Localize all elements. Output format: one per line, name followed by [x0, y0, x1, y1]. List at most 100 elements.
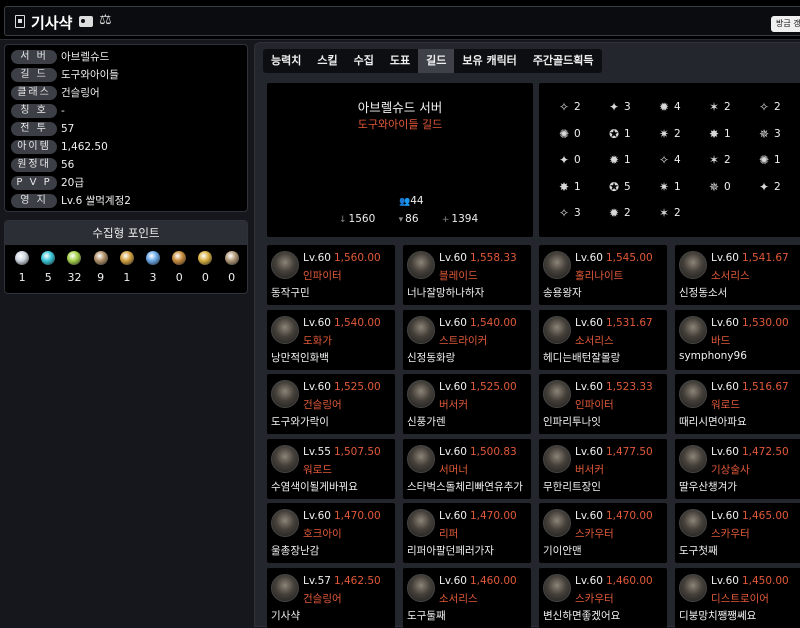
member-card[interactable]: Lv.60 1,545.00 홀리나이트 송용왕자: [539, 245, 667, 305]
collection-item[interactable]: 5: [35, 251, 61, 284]
member-nickname: 스타벅스돌체리빠연유추가: [407, 480, 523, 493]
class-count-item: ✦ 0: [559, 152, 609, 168]
member-card[interactable]: Lv.60 1,470.00 호크아이 울총장난감: [267, 503, 395, 563]
tab-4[interactable]: 길드: [418, 49, 455, 73]
id-card-icon[interactable]: [79, 16, 93, 27]
level-value: Lv.60: [711, 574, 739, 587]
member-level: Lv.60 1,470.00: [575, 510, 653, 522]
profile-row: 칭 호-: [11, 104, 247, 119]
level-value: Lv.60: [439, 445, 467, 458]
profile-label: 길 드: [11, 68, 57, 82]
item-level-value: 1,472.50: [741, 445, 789, 458]
class-count: 1: [624, 127, 631, 140]
bookmark-icon[interactable]: [15, 15, 25, 28]
item-level-value: 1,465.00: [741, 510, 789, 522]
avatar: [271, 380, 299, 408]
collection-item[interactable]: 0: [192, 251, 218, 284]
member-card[interactable]: Lv.55 1,507.50 워로드 수염색이될게바꿔요: [267, 438, 395, 499]
collection-count: 5: [44, 271, 52, 284]
class-count: 2: [724, 154, 731, 166]
scale-icon[interactable]: ⚖: [99, 12, 112, 28]
member-card[interactable]: Lv.60 1,560.00 인파이터 동작구민: [267, 245, 395, 305]
member-card[interactable]: Lv.60 1,460.00 소서리스 도구둘째: [403, 567, 531, 628]
member-count: 👥44: [399, 195, 424, 207]
member-nickname: 때리시면아파요: [679, 416, 747, 428]
member-level: Lv.60 1,516.67: [711, 381, 789, 393]
class-icon-20: ✦: [759, 179, 770, 194]
member-card[interactable]: Lv.60 1,500.83 서머너 스타벅스돌체리빠연유추가: [403, 438, 531, 499]
stat-c-value: 1394: [451, 213, 479, 225]
collection-item[interactable]: 0: [166, 251, 192, 284]
member-card[interactable]: Lv.60 1,531.67 소서리스 헤디는배턴잘몰랑: [539, 309, 667, 370]
collection-item[interactable]: 32: [61, 251, 87, 284]
member-class: 버서커: [575, 463, 604, 476]
member-card[interactable]: Lv.60 1,558.33 블레이드 너나잘망하나하자: [403, 245, 531, 305]
member-card[interactable]: Lv.60 1,477.50 버서커 무한리트장인: [539, 438, 667, 499]
member-level: Lv.60 1,460.00: [575, 575, 653, 587]
member-card[interactable]: Lv.60 1,530.00 바드 symphony96: [675, 309, 800, 370]
member-card[interactable]: Lv.60 1,472.50 기상술사 딸우산챙겨가: [675, 438, 800, 499]
member-card[interactable]: Lv.60 1,516.67 워로드 때리시면아파요: [675, 374, 800, 434]
level-value: Lv.60: [711, 445, 739, 458]
great-art-icon: [93, 251, 108, 265]
profile-value: 20급: [61, 177, 85, 189]
tab-3[interactable]: 도표: [382, 49, 418, 73]
collection-count: 1: [123, 271, 131, 284]
mokoko-seed-icon: [67, 251, 82, 265]
member-card[interactable]: Lv.60 1,523.33 인파이터 인파리투나잇: [539, 374, 667, 434]
collection-count: 1: [18, 271, 26, 284]
profile-row: 서 버 아브렐슈드: [11, 50, 247, 65]
tab-1[interactable]: 스킬: [309, 49, 345, 73]
member-card[interactable]: Lv.60 1,525.00 건슬링어 도구와가락이: [267, 374, 395, 434]
member-card[interactable]: Lv.60 1,460.00 스카우터 변신하면좋겠어요: [539, 567, 667, 628]
tab-2[interactable]: 수집: [346, 49, 382, 73]
member-card[interactable]: Lv.60 1,540.00 스트라이커 신정동화랑: [403, 309, 531, 370]
collection-item[interactable]: 9: [88, 251, 114, 284]
member-class: 호크아이: [303, 528, 342, 540]
member-level: Lv.60 1,540.00: [439, 317, 517, 329]
collection-items: 1 5 32 9 1 3 0 0 0: [9, 251, 245, 284]
member-card[interactable]: Lv.60 1,470.00 스카우터 기이안맨: [539, 503, 667, 563]
item-level-value: 1,540.00: [469, 316, 517, 329]
update-button[interactable]: 방금 갱신: [771, 16, 800, 32]
class-icon-22: ✹: [609, 206, 620, 220]
member-class: 소서리스: [711, 270, 750, 282]
tab-5[interactable]: 보유 캐릭터: [454, 49, 524, 73]
class-count: 5: [624, 180, 631, 193]
avatar: [543, 251, 571, 279]
profile-value: -: [61, 105, 65, 117]
tab-6[interactable]: 주간골드획득: [525, 49, 602, 73]
guild-stats: ↓ 1560 ▾ 86 +1394: [339, 213, 499, 225]
profile-row: P V P 20급: [11, 176, 247, 191]
item-level-value: 1,470.00: [333, 510, 381, 522]
class-count-item: ✦ 3: [609, 99, 659, 115]
member-card[interactable]: Lv.57 1,462.50 건슬링어 기사샥: [267, 567, 395, 628]
collection-item[interactable]: 0: [219, 251, 245, 284]
class-count: 1: [624, 154, 631, 166]
server-name: 아브렐슈드 서버: [357, 100, 443, 115]
collection-item[interactable]: 3: [140, 251, 166, 284]
member-card[interactable]: Lv.60 1,470.00 리퍼 리퍼아팔던페러가자: [403, 503, 531, 563]
member-card[interactable]: Lv.60 1,450.00 디스트로이어 디붕망치쨍쨍쎄요: [675, 567, 800, 628]
stat-a-value: 1560: [348, 213, 376, 225]
member-card[interactable]: Lv.60 1,465.00 스카우터 도구첫째: [675, 503, 800, 563]
member-nickname: 기이안맨: [543, 545, 582, 557]
member-level: Lv.60 1,523.33: [575, 381, 653, 393]
collection-item[interactable]: 1: [9, 251, 35, 284]
member-class: 워로드: [303, 463, 332, 476]
item-level-value: 1,460.00: [469, 574, 517, 587]
member-class: 버서커: [439, 399, 468, 411]
class-count-item: ✧ 2: [559, 99, 609, 115]
class-count-item: ✪ 1: [609, 126, 659, 142]
tab-0[interactable]: 능력치: [263, 49, 309, 73]
member-class: 스카우터: [711, 528, 750, 540]
member-card[interactable]: Lv.60 1,540.00 도화가 낭만적인화백: [267, 309, 395, 370]
class-count-item: ✷ 2: [659, 126, 709, 142]
class-icon-23: ✶: [659, 206, 670, 220]
member-class: 서머너: [439, 463, 468, 476]
avatar: [679, 509, 707, 537]
member-card[interactable]: Lv.60 1,541.67 소서리스 신정동소서: [675, 245, 800, 305]
member-card[interactable]: Lv.60 1,525.00 버서커 신풍가렌: [403, 374, 531, 434]
collection-item[interactable]: 1: [114, 251, 140, 284]
member-nickname: 도구첫째: [679, 545, 718, 557]
